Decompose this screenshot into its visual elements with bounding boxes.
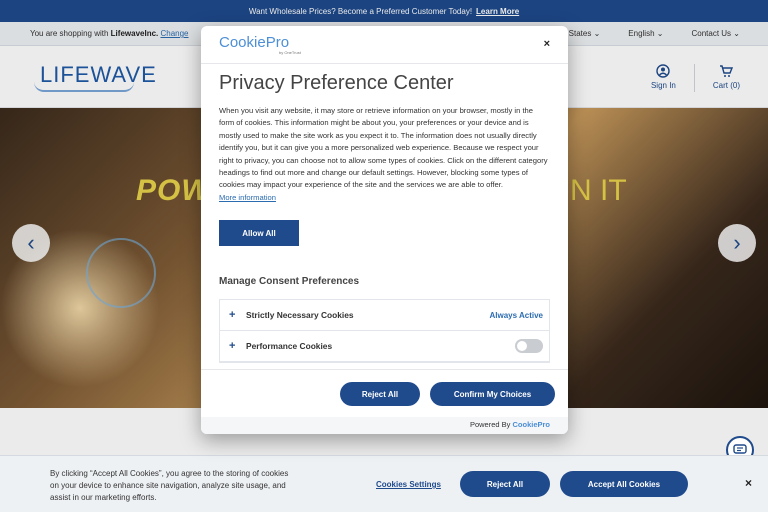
consent-accordion: + Strictly Necessary Cookies Always Acti… bbox=[219, 299, 550, 364]
category-name: Strictly Necessary Cookies bbox=[246, 310, 354, 321]
privacy-preference-modal: CookiePro by OneTrust × Privacy Preferen… bbox=[201, 26, 568, 434]
cookiepro-logo: CookiePro by OneTrust bbox=[219, 34, 301, 55]
accept-all-cookies-button[interactable]: Accept All Cookies bbox=[560, 471, 688, 497]
modal-close-icon[interactable]: × bbox=[544, 38, 550, 50]
cookies-settings-link[interactable]: Cookies Settings bbox=[376, 480, 441, 489]
confirm-my-choices-button[interactable]: Confirm My Choices bbox=[430, 382, 555, 406]
plus-icon: + bbox=[229, 309, 236, 322]
manage-consent-heading: Manage Consent Preferences bbox=[219, 276, 360, 288]
banner-close-icon[interactable]: × bbox=[745, 476, 752, 490]
plus-icon: + bbox=[229, 340, 236, 353]
category-performance[interactable]: + Performance Cookies bbox=[220, 331, 549, 363]
cookie-banner-text: By clicking “Accept All Cookies”, you ag… bbox=[50, 469, 289, 502]
more-information-link[interactable]: More information bbox=[219, 192, 276, 204]
performance-toggle[interactable] bbox=[515, 339, 543, 354]
modal-description: When you visit any website, it may store… bbox=[219, 105, 550, 204]
page: Want Wholesale Prices? Become a Preferre… bbox=[0, 0, 768, 512]
category-name: Performance Cookies bbox=[246, 341, 333, 352]
always-active-label: Always Active bbox=[489, 311, 543, 321]
modal-body[interactable]: Privacy Preference Center When you visit… bbox=[201, 64, 568, 369]
modal-header: CookiePro by OneTrust × bbox=[201, 26, 568, 64]
cookiepro-link[interactable]: CookiePro bbox=[512, 420, 550, 429]
banner-reject-all-button[interactable]: Reject All bbox=[460, 471, 550, 497]
category-strictly-necessary[interactable]: + Strictly Necessary Cookies Always Acti… bbox=[220, 300, 549, 332]
cookie-banner: By clicking “Accept All Cookies”, you ag… bbox=[0, 455, 768, 512]
powered-by: Powered By CookiePro bbox=[201, 417, 568, 434]
modal-title: Privacy Preference Center bbox=[219, 72, 454, 94]
modal-footer: Reject All Confirm My Choices bbox=[201, 369, 568, 417]
allow-all-button[interactable]: Allow All bbox=[219, 220, 299, 247]
modal-reject-all-button[interactable]: Reject All bbox=[340, 382, 420, 406]
